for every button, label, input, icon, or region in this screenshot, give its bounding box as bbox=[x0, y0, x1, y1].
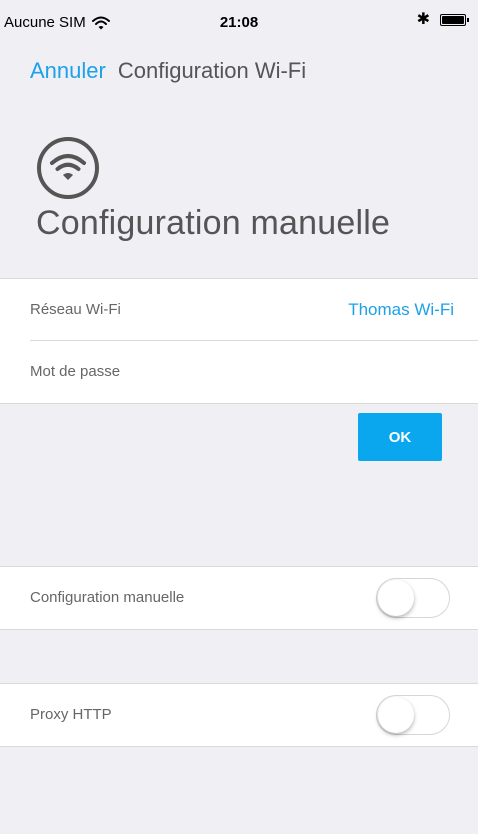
manual-config-section: Configuration manuelle bbox=[0, 566, 478, 630]
proxy-section: Proxy HTTP bbox=[0, 683, 478, 747]
page-title: Configuration manuelle bbox=[36, 204, 391, 242]
manual-config-row: Configuration manuelle bbox=[0, 567, 478, 629]
battery-icon bbox=[440, 14, 469, 26]
manual-config-toggle[interactable] bbox=[376, 578, 450, 618]
status-bar: Aucune SIM 21:08 ✱ bbox=[0, 0, 478, 44]
proxy-toggle[interactable] bbox=[376, 695, 450, 735]
wifi-form: Réseau Wi-Fi Thomas Wi-Fi Mot de passe bbox=[0, 278, 478, 404]
wifi-icon bbox=[37, 137, 99, 199]
proxy-row: Proxy HTTP bbox=[0, 684, 478, 746]
nav-bar: Annuler Configuration Wi-Fi bbox=[30, 58, 306, 84]
network-label: Réseau Wi-Fi bbox=[30, 301, 121, 318]
nav-title: Configuration Wi-Fi bbox=[117, 58, 307, 83]
network-row[interactable]: Réseau Wi-Fi Thomas Wi-Fi bbox=[0, 279, 478, 341]
proxy-label: Proxy HTTP bbox=[30, 706, 112, 723]
clock: 21:08 bbox=[219, 14, 259, 31]
network-value[interactable]: Thomas Wi-Fi bbox=[348, 300, 454, 320]
password-field[interactable]: Mot de passe bbox=[30, 363, 120, 380]
toggle-knob bbox=[378, 697, 414, 733]
cancel-button[interactable]: Annuler bbox=[30, 58, 106, 84]
status-right: ✱ bbox=[416, 11, 469, 28]
password-row[interactable]: Mot de passe bbox=[0, 341, 478, 403]
ok-button[interactable]: OK bbox=[358, 413, 442, 461]
toggle-knob bbox=[378, 580, 414, 616]
bluetooth-icon: ✱ bbox=[416, 11, 430, 28]
manual-config-label: Configuration manuelle bbox=[30, 589, 185, 606]
